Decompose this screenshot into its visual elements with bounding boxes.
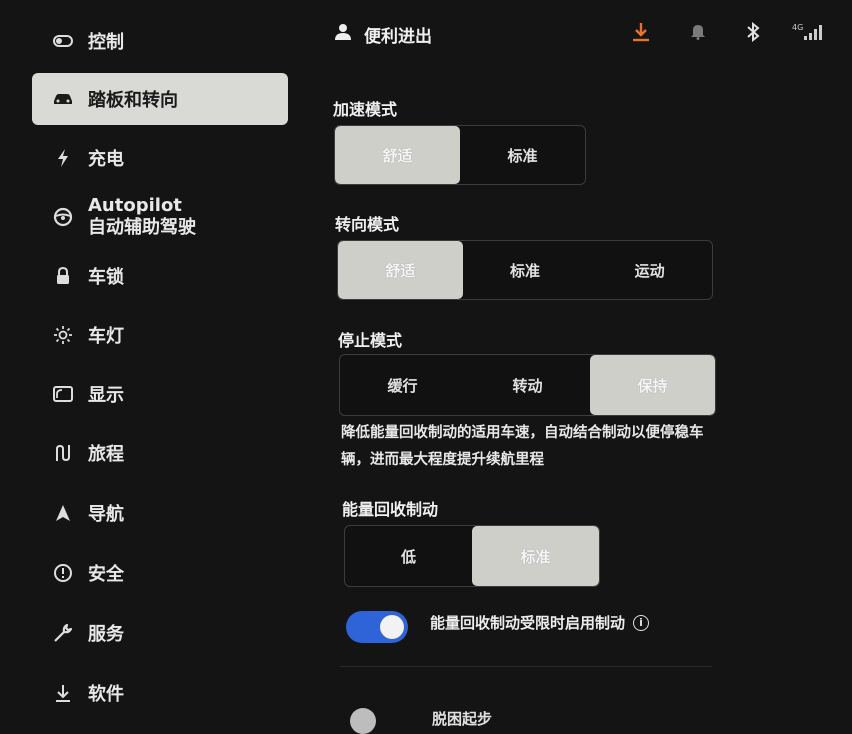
sidebar-item-navigation[interactable]: 导航: [32, 487, 288, 539]
download-icon[interactable]: [632, 22, 650, 46]
autopilot-label: Autopilot: [88, 195, 182, 216]
sidebar-item-label: 导航: [88, 504, 124, 525]
regen-limited-brake-toggle[interactable]: [346, 611, 408, 643]
profile-name: 便利进出: [364, 26, 432, 47]
sidebar-item-label: 踏板和转向: [88, 90, 178, 111]
profile-header[interactable]: 便利进出: [334, 20, 432, 48]
steering-option-sport[interactable]: 运动: [587, 241, 712, 299]
sidebar-item-label: 车灯: [88, 326, 124, 347]
sidebar-item-service[interactable]: 服务: [32, 607, 288, 659]
rocking-mode-label: 脱困起步: [432, 710, 493, 728]
regen-option-standard[interactable]: 标准: [472, 526, 599, 586]
regen-limited-brake-label: 能量回收制动受限时启用制动: [430, 614, 626, 632]
acceleration-mode-label: 加速模式: [333, 100, 398, 119]
sidebar-item-label: 车锁: [88, 267, 124, 288]
steering-wheel-icon: [48, 207, 78, 227]
lock-icon: [48, 267, 78, 285]
regen-option-low[interactable]: 低: [345, 526, 472, 586]
sidebar-item-software[interactable]: 软件: [32, 667, 288, 719]
sidebar-item-label: 控制: [88, 32, 124, 53]
bolt-icon: [48, 148, 78, 168]
sidebar-item-label: 充电: [88, 149, 124, 170]
steering-mode-selector: 舒适 标准 运动: [337, 240, 713, 300]
info-icon[interactable]: i: [633, 614, 650, 631]
sidebar-item-autopilot[interactable]: Autopilot 自动辅助驾驶: [32, 188, 288, 246]
toggle-icon: [48, 35, 78, 47]
sidebar-item-charging[interactable]: 充电: [32, 132, 288, 184]
stop-option-roll[interactable]: 转动: [465, 355, 590, 415]
sidebar-item-label: 显示: [88, 385, 124, 406]
stop-option-hold[interactable]: 保持: [590, 355, 715, 415]
divider: [340, 666, 712, 667]
acceleration-mode-selector: 舒适 标准: [334, 125, 586, 185]
steering-option-standard[interactable]: 标准: [463, 241, 588, 299]
bell-icon[interactable]: [690, 22, 706, 44]
sidebar-item-label: 旅程: [88, 444, 124, 465]
stop-mode-label: 停止模式: [338, 331, 403, 350]
autopilot-sublabel: 自动辅助驾驶: [88, 217, 196, 238]
download-icon: [48, 684, 78, 702]
user-icon: [334, 23, 352, 46]
sidebar-item-lights[interactable]: 车灯: [32, 309, 288, 361]
toggle-knob: [380, 615, 404, 639]
steering-mode-label: 转向模式: [335, 215, 400, 234]
cellular-signal-icon: 4G: [792, 22, 822, 46]
sidebar-item-controls[interactable]: 控制: [32, 15, 288, 67]
acceleration-option-standard[interactable]: 标准: [460, 126, 585, 184]
stop-mode-description: 降低能量回收制动的适用车速，自动结合制动以便停稳车辆，进而最大程度提升续航里程: [341, 425, 704, 468]
svg-text:4G: 4G: [792, 23, 803, 32]
sidebar-item-label: 服务: [88, 624, 124, 645]
regen-braking-selector: 低 标准: [344, 525, 600, 587]
sidebar-item-label: 安全: [88, 564, 124, 585]
sidebar-item-trips[interactable]: 旅程: [32, 427, 288, 479]
display-icon: [48, 386, 78, 402]
bluetooth-icon[interactable]: [746, 21, 760, 46]
steering-option-comfort[interactable]: 舒适: [338, 241, 463, 299]
settings-sidebar: 控制 踏板和转向 充电 Autopilot 自动辅助驾驶 车锁 车灯 显示 旅程…: [0, 0, 300, 725]
alert-circle-icon: [48, 563, 78, 583]
stop-option-creep[interactable]: 缓行: [340, 355, 465, 415]
sidebar-item-safety[interactable]: 安全: [32, 547, 288, 599]
regen-braking-label: 能量回收制动: [342, 500, 439, 519]
acceleration-option-comfort[interactable]: 舒适: [335, 126, 460, 184]
stop-mode-selector: 缓行 转动 保持: [339, 354, 716, 416]
sidebar-item-label: Autopilot 自动辅助驾驶: [88, 195, 196, 239]
wrench-icon: [48, 623, 78, 643]
sun-icon: [48, 325, 78, 345]
sidebar-item-label: 软件: [88, 684, 124, 705]
sidebar-item-pedals-steering[interactable]: 踏板和转向: [32, 73, 288, 125]
sidebar-item-display[interactable]: 显示: [32, 368, 288, 420]
navigation-icon: [48, 504, 78, 522]
car-icon: [48, 92, 78, 106]
regen-limited-brake-row: 能量回收制动受限时启用制动 i: [430, 612, 650, 633]
route-icon: [48, 443, 78, 463]
rocking-mode-toggle[interactable]: [350, 708, 376, 734]
sidebar-item-locks[interactable]: 车锁: [32, 250, 288, 302]
